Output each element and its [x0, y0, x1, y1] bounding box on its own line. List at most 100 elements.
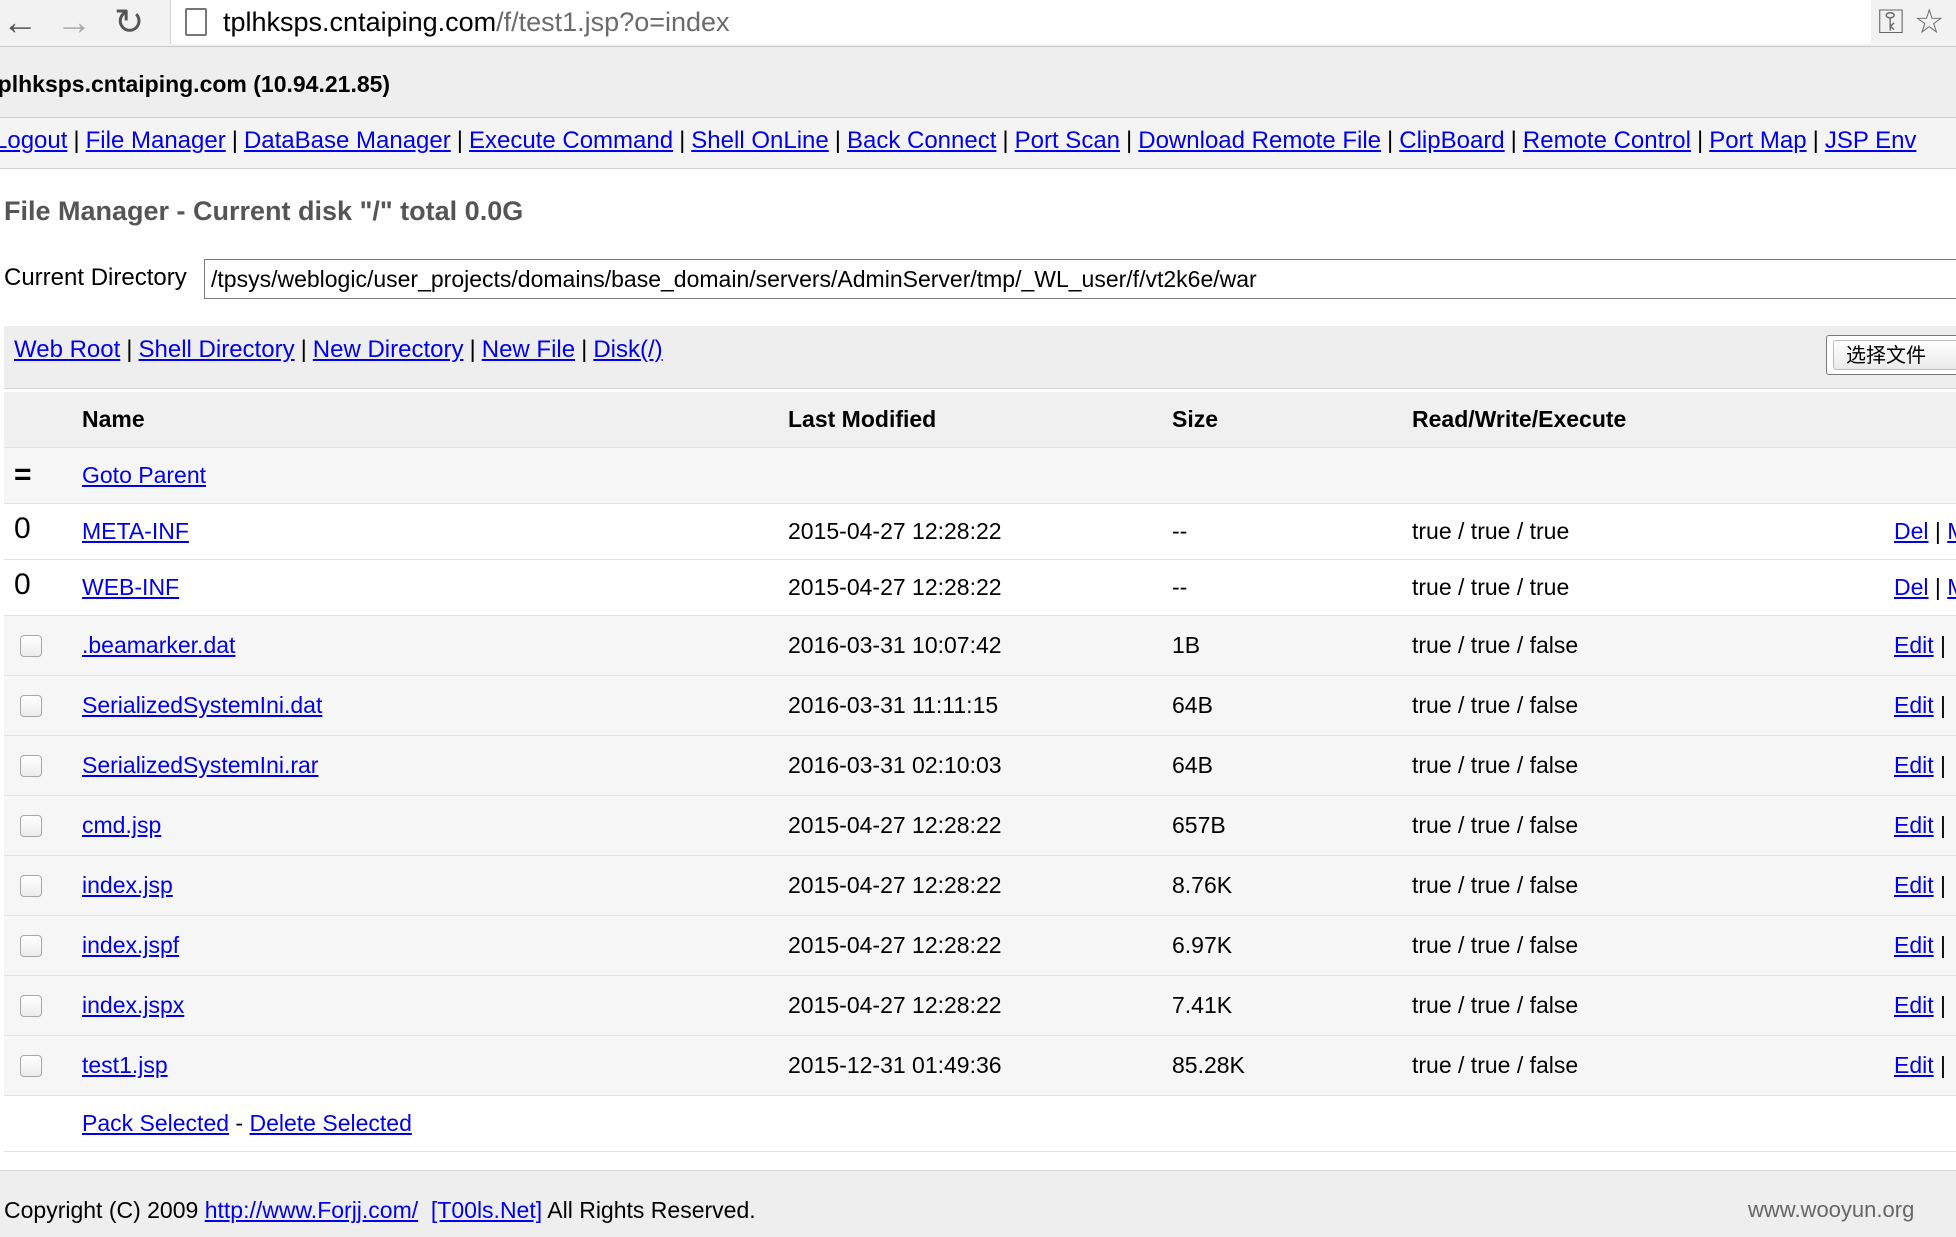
rwx: true / true / true	[1412, 574, 1570, 600]
row-actions: Edit |	[1894, 1052, 1947, 1078]
folder-icon: 0	[14, 512, 31, 545]
forward-arrow-icon[interactable]: →	[56, 2, 92, 42]
del-link[interactable]: Del	[1894, 574, 1929, 600]
file-chooser[interactable]: 选择文件	[1826, 335, 1956, 375]
nav-remote-control[interactable]: Remote Control	[1523, 127, 1691, 154]
file-name-link[interactable]: cmd.jsp	[82, 812, 161, 839]
nav-port-map[interactable]: Port Map	[1709, 127, 1806, 154]
table-header: Name Last Modified Size Read/Write/Execu…	[4, 392, 1956, 448]
new-directory-link[interactable]: New Directory	[313, 336, 464, 363]
bulk-actions: Pack Selected - Delete Selected	[82, 1110, 412, 1136]
row-checkbox[interactable]	[20, 1055, 42, 1077]
last-modified: 2016-03-31 02:10:03	[788, 752, 1002, 778]
nav-logout[interactable]: Logout	[0, 127, 67, 154]
pack-selected-link[interactable]: Pack Selected	[82, 1110, 229, 1136]
parent-equals-icon: =	[14, 458, 32, 491]
edit-link[interactable]: Edit	[1894, 632, 1934, 658]
nav-execute-command[interactable]: Execute Command	[469, 127, 673, 154]
row-checkbox[interactable]	[20, 875, 42, 897]
row-checkbox[interactable]	[20, 695, 42, 717]
table-row: index.jspf 2015-04-27 12:28:22 6.97K tru…	[4, 916, 1956, 976]
row-checkbox[interactable]	[20, 635, 42, 657]
folder-icon: 0	[14, 568, 31, 601]
file-name-link[interactable]: test1.jsp	[82, 1052, 168, 1079]
edit-link[interactable]: Edit	[1894, 752, 1934, 778]
last-modified: 2015-04-27 12:28:22	[788, 872, 1002, 898]
file-name-link[interactable]: SerializedSystemIni.dat	[82, 692, 322, 719]
nav-back-connect[interactable]: Back Connect	[847, 127, 996, 154]
row-actions: Del | M	[1894, 518, 1956, 545]
page-title: File Manager - Current disk "/" total 0.…	[4, 196, 524, 226]
current-directory-input[interactable]	[204, 259, 1956, 299]
last-modified: 2015-04-27 12:28:22	[788, 518, 1002, 544]
size: 1B	[1172, 632, 1201, 658]
web-root-link[interactable]: Web Root	[14, 336, 120, 363]
delete-selected-link[interactable]: Delete Selected	[249, 1110, 411, 1136]
edit-link[interactable]: Edit	[1894, 872, 1934, 898]
forjj-link[interactable]: http://www.Forjj.com/	[205, 1197, 418, 1223]
reload-icon[interactable]: ↻	[114, 2, 144, 42]
last-modified: 2015-12-31 01:49:36	[788, 1052, 1002, 1078]
table-row: index.jsp 2015-04-27 12:28:22 8.76K true…	[4, 856, 1956, 916]
size: --	[1172, 574, 1188, 600]
table-row: .beamarker.dat 2016-03-31 10:07:42 1B tr…	[4, 616, 1956, 676]
page-icon	[185, 8, 207, 36]
nav-jsp-env[interactable]: JSP Env	[1825, 127, 1917, 154]
file-name-link[interactable]: index.jspx	[82, 992, 184, 1019]
file-name-link[interactable]: index.jsp	[82, 872, 173, 899]
size: 64B	[1172, 752, 1213, 778]
address-bar[interactable]: tplhksps.cntaiping.com/f/test1.jsp?o=ind…	[170, 0, 1871, 44]
shell-directory-link[interactable]: Shell Directory	[139, 336, 295, 363]
row-checkbox[interactable]	[20, 755, 42, 777]
row-checkbox[interactable]	[20, 935, 42, 957]
row-actions: Edit |	[1894, 992, 1947, 1018]
nav-download-remote-file[interactable]: Download Remote File	[1138, 127, 1381, 154]
main-nav: Logout | File Manager | DataBase Manager | Exe…	[0, 118, 1956, 169]
goto-parent-link[interactable]: Goto Parent	[82, 462, 206, 489]
table-row: 0 WEB-INF 2015-04-27 12:28:22 -- true / …	[4, 560, 1956, 616]
back-arrow-icon[interactable]: ←	[2, 2, 38, 42]
star-icon[interactable]: ☆	[1914, 2, 1944, 42]
nav-links: Logout | File Manager | DataBase Manager | Exe…	[0, 125, 1916, 157]
key-icon[interactable]: ⚿	[1878, 2, 1904, 42]
edit-link[interactable]: Edit	[1894, 992, 1934, 1018]
new-file-link[interactable]: New File	[482, 336, 575, 363]
edit-link[interactable]: Edit	[1894, 692, 1934, 718]
row-checkbox[interactable]	[20, 995, 42, 1017]
file-name-link[interactable]: SerializedSystemIni.rar	[82, 752, 318, 779]
header-size: Size	[1172, 406, 1219, 432]
file-name-link[interactable]: index.jspf	[82, 932, 179, 959]
nav-database-manager[interactable]: DataBase Manager	[244, 127, 451, 154]
file-name-link[interactable]: .beamarker.dat	[82, 632, 235, 659]
edit-link[interactable]: Edit	[1894, 932, 1934, 958]
disk-link[interactable]: Disk(/)	[593, 336, 662, 363]
table-row: 0 META-INF 2015-04-27 12:28:22 -- true /…	[4, 504, 1956, 560]
table-row: cmd.jsp 2015-04-27 12:28:22 657B true / …	[4, 796, 1956, 856]
host-bar: tplhksps.cntaiping.com (10.94.21.85)	[0, 47, 1956, 118]
nav-port-scan[interactable]: Port Scan	[1015, 127, 1120, 154]
last-modified: 2016-03-31 11:11:15	[788, 692, 999, 718]
nav-file-manager[interactable]: File Manager	[86, 127, 226, 154]
table-row: test1.jsp 2015-12-31 01:49:36 85.28K tru…	[4, 1036, 1956, 1096]
rwx: true / true / true	[1412, 518, 1570, 544]
t00ls-link[interactable]: [T00ls.Net]	[431, 1197, 542, 1223]
table-footer-row: Pack Selected - Delete Selected	[4, 1096, 1956, 1152]
row-checkbox[interactable]	[20, 815, 42, 837]
last-modified: 2016-03-31 10:07:42	[788, 632, 1002, 658]
edit-link[interactable]: Edit	[1894, 1052, 1934, 1078]
size: 64B	[1172, 692, 1213, 718]
dir-name-link[interactable]: META-INF	[82, 518, 189, 545]
dir-name-link[interactable]: WEB-INF	[82, 574, 179, 601]
nav-shell-online[interactable]: Shell OnLine	[691, 127, 828, 154]
edit-link[interactable]: Edit	[1894, 812, 1934, 838]
rwx: true / true / false	[1412, 632, 1579, 658]
choose-file-button[interactable]: 选择文件	[1833, 340, 1956, 370]
url-text[interactable]: tplhksps.cntaiping.com/f/test1.jsp?o=ind…	[223, 4, 730, 40]
more-link[interactable]: M	[1947, 518, 1956, 544]
nav-clipboard[interactable]: ClipBoard	[1399, 127, 1504, 154]
del-link[interactable]: Del	[1894, 518, 1929, 544]
rwx: true / true / false	[1412, 932, 1579, 958]
more-link[interactable]: M	[1947, 574, 1956, 600]
table-row: SerializedSystemIni.dat 2016-03-31 11:11…	[4, 676, 1956, 736]
tool-row: Web Root | Shell Directory | New Directory | N…	[4, 326, 1956, 389]
